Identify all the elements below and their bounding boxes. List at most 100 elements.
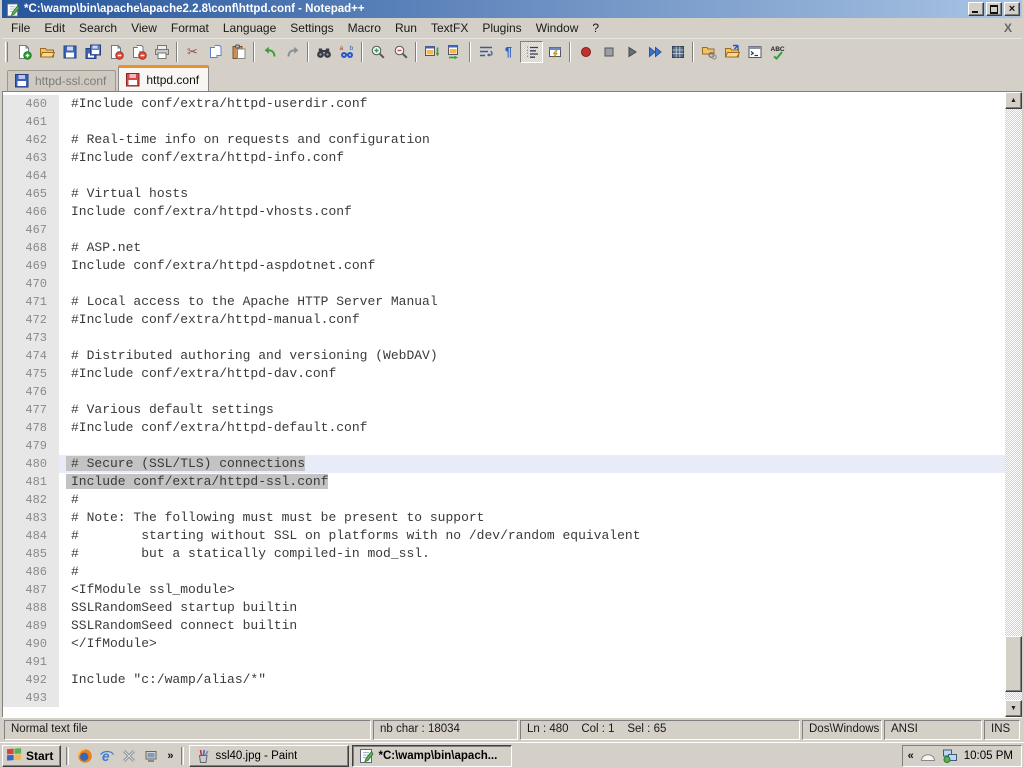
menu-item-window[interactable]: Window — [529, 19, 586, 37]
code-line-486[interactable]: 486# — [3, 563, 1005, 581]
code-line-465[interactable]: 465# Virtual hosts — [3, 185, 1005, 203]
print-button[interactable] — [150, 41, 173, 63]
clock[interactable]: 10:05 PM — [964, 750, 1013, 762]
code-line-493[interactable]: 493 — [3, 689, 1005, 707]
code-line-461[interactable]: 461 — [3, 113, 1005, 131]
code-line-477[interactable]: 477# Various default settings — [3, 401, 1005, 419]
toolbar-grip[interactable] — [5, 42, 8, 62]
sync-horizontal-scrolling-button[interactable] — [443, 41, 466, 63]
minimize-button[interactable] — [968, 2, 984, 16]
menu-item-run[interactable]: Run — [388, 19, 424, 37]
tab-httpd.conf[interactable]: httpd.conf — [118, 65, 209, 91]
task-button-notepadpp[interactable]: *C:\wamp\bin\apach... — [352, 745, 512, 767]
code-line-467[interactable]: 467 — [3, 221, 1005, 239]
macro-save-button[interactable] — [666, 41, 689, 63]
spell-check-button[interactable]: ABC — [766, 41, 789, 63]
find-replace-button[interactable]: ab — [335, 41, 358, 63]
macro-stop-button[interactable] — [597, 41, 620, 63]
scroll-up-button[interactable]: ▲ — [1005, 92, 1022, 109]
code-line-462[interactable]: 462# Real-time info on requests and conf… — [3, 131, 1005, 149]
open-containing-folder-button[interactable] — [720, 41, 743, 63]
menu-item-[interactable]: ? — [585, 19, 606, 37]
restore-button[interactable] — [986, 2, 1002, 16]
menu-item-language[interactable]: Language — [216, 19, 283, 37]
quick-launch-x-tool[interactable] — [118, 745, 140, 767]
code-line-484[interactable]: 484# starting without SSL on platforms w… — [3, 527, 1005, 545]
zoom-out-button[interactable] — [389, 41, 412, 63]
menu-item-format[interactable]: Format — [164, 19, 216, 37]
user-define-dialog-button[interactable] — [543, 41, 566, 63]
menu-item-textfx[interactable]: TextFX — [424, 19, 475, 37]
quick-launch-pc-tool[interactable] — [140, 745, 162, 767]
tray-collapse-chevron[interactable]: « — [908, 750, 914, 762]
menu-item-settings[interactable]: Settings — [283, 19, 340, 37]
code-line-489[interactable]: 489SSLRandomSeed connect builtin — [3, 617, 1005, 635]
menu-item-view[interactable]: View — [124, 19, 164, 37]
paste-button[interactable] — [227, 41, 250, 63]
code-line-475[interactable]: 475#Include conf/extra/httpd-dav.conf — [3, 365, 1005, 383]
code-line-485[interactable]: 485# but a statically compiled-in mod_ss… — [3, 545, 1005, 563]
save-all-button[interactable] — [81, 41, 104, 63]
code-line-460[interactable]: 460#Include conf/extra/httpd-userdir.con… — [3, 95, 1005, 113]
code-line-480[interactable]: 480# Secure (SSL/TLS) connections — [3, 455, 1005, 473]
quick-launch-overflow-chevron[interactable]: » — [164, 750, 176, 762]
wamp-tray-icon[interactable] — [920, 748, 936, 764]
copy-button[interactable] — [204, 41, 227, 63]
open-in-explorer-button[interactable] — [697, 41, 720, 63]
code-line-492[interactable]: 492Include "c:/wamp/alias/*" — [3, 671, 1005, 689]
code-line-468[interactable]: 468# ASP.net — [3, 239, 1005, 257]
code-line-490[interactable]: 490</IfModule> — [3, 635, 1005, 653]
scroll-down-button[interactable]: ▼ — [1005, 700, 1022, 717]
code-line-491[interactable]: 491 — [3, 653, 1005, 671]
show-indent-guide-button[interactable] — [520, 41, 543, 63]
code-line-463[interactable]: 463#Include conf/extra/httpd-info.conf — [3, 149, 1005, 167]
scrollbar-track[interactable] — [1005, 109, 1022, 700]
show-all-characters-button[interactable]: ¶ — [497, 41, 520, 63]
code-line-469[interactable]: 469Include conf/extra/httpd-aspdotnet.co… — [3, 257, 1005, 275]
code-line-481[interactable]: 481Include conf/extra/httpd-ssl.conf — [3, 473, 1005, 491]
code-line-473[interactable]: 473 — [3, 329, 1005, 347]
quick-launch-internet-explorer[interactable]: e — [96, 745, 118, 767]
code-line-478[interactable]: 478#Include conf/extra/httpd-default.con… — [3, 419, 1005, 437]
new-file-button[interactable] — [12, 41, 35, 63]
editor-area[interactable]: 460#Include conf/extra/httpd-userdir.con… — [2, 91, 1022, 717]
code-line-482[interactable]: 482# — [3, 491, 1005, 509]
menu-item-search[interactable]: Search — [72, 19, 124, 37]
vertical-scrollbar[interactable]: ▲ ▼ — [1005, 92, 1022, 717]
sync-vertical-scrolling-button[interactable] — [420, 41, 443, 63]
code-line-466[interactable]: 466Include conf/extra/httpd-vhosts.conf — [3, 203, 1005, 221]
macro-record-button[interactable] — [574, 41, 597, 63]
close-button[interactable]: × — [1004, 2, 1020, 16]
close-all-button[interactable] — [127, 41, 150, 63]
macro-run-multiple-button[interactable] — [643, 41, 666, 63]
find-button[interactable] — [312, 41, 335, 63]
start-button[interactable]: Start — [2, 745, 61, 767]
code-line-479[interactable]: 479 — [3, 437, 1005, 455]
macro-play-button[interactable] — [620, 41, 643, 63]
menu-item-file[interactable]: File — [4, 19, 37, 37]
close-file-button[interactable] — [104, 41, 127, 63]
redo-button[interactable] — [281, 41, 304, 63]
network-tray-icon[interactable] — [942, 748, 958, 764]
tab-httpd-ssl.conf[interactable]: httpd-ssl.conf — [7, 70, 116, 91]
launch-console-button[interactable] — [743, 41, 766, 63]
menu-item-plugins[interactable]: Plugins — [475, 19, 528, 37]
menu-item-macro[interactable]: Macro — [341, 19, 388, 37]
code-line-470[interactable]: 470 — [3, 275, 1005, 293]
open-file-button[interactable] — [35, 41, 58, 63]
zoom-in-button[interactable] — [366, 41, 389, 63]
code-line-474[interactable]: 474# Distributed authoring and versionin… — [3, 347, 1005, 365]
menu-item-edit[interactable]: Edit — [37, 19, 72, 37]
code-line-476[interactable]: 476 — [3, 383, 1005, 401]
code-line-483[interactable]: 483# Note: The following must must be pr… — [3, 509, 1005, 527]
code-line-464[interactable]: 464 — [3, 167, 1005, 185]
close-document-x-button[interactable]: X — [1004, 21, 1012, 35]
save-file-button[interactable] — [58, 41, 81, 63]
code-line-472[interactable]: 472#Include conf/extra/httpd-manual.conf — [3, 311, 1005, 329]
code-line-471[interactable]: 471# Local access to the Apache HTTP Ser… — [3, 293, 1005, 311]
quick-launch-firefox[interactable] — [74, 745, 96, 767]
code-line-488[interactable]: 488SSLRandomSeed startup builtin — [3, 599, 1005, 617]
scrollbar-thumb[interactable] — [1005, 636, 1022, 692]
code-line-487[interactable]: 487<IfModule ssl_module> — [3, 581, 1005, 599]
task-button-paint[interactable]: ssl40.jpg - Paint — [189, 745, 349, 767]
